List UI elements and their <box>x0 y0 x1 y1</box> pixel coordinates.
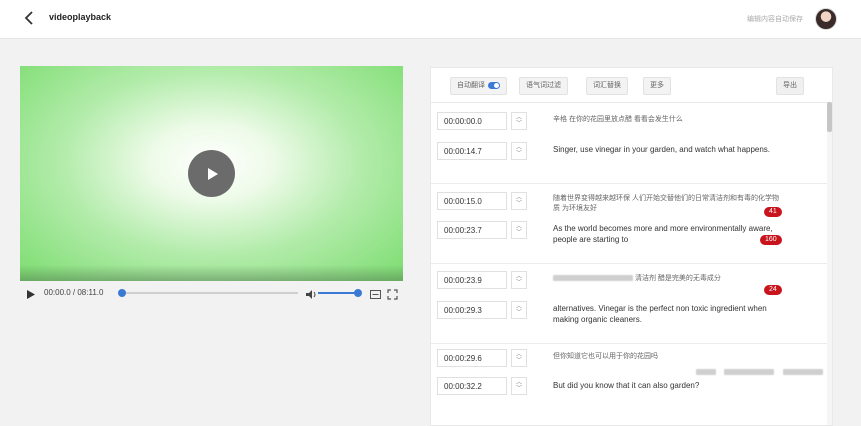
player-controls: 00:00.0 / 08:11.0 <box>20 283 403 303</box>
subtitle-english-text: But did you know that it can also garden… <box>553 381 700 390</box>
fullscreen-button[interactable] <box>387 287 398 305</box>
scrollbar[interactable] <box>827 102 832 425</box>
back-button[interactable] <box>20 9 38 27</box>
autosave-status: 编辑内容自动保存 <box>747 16 803 23</box>
subtitle-chinese[interactable]: 清洁剂 醋是完美的无毒成分 <box>553 274 783 284</box>
fullscreen-icon <box>387 289 398 300</box>
subtitle-row: 00:00:15.0 ︿ ﹀ 00:00:23.7 ︿ ﹀ 随着世界变得越来越环保 … <box>431 183 827 264</box>
chevron-down-icon[interactable]: ﹀ <box>516 280 522 286</box>
subtitle-english[interactable]: As the world becomes more and more envir… <box>553 223 783 245</box>
video-shade <box>20 265 403 281</box>
volume-fill <box>318 292 358 294</box>
subtitle-toggle-button[interactable] <box>370 287 381 305</box>
subtitle-row: 00:00:00.0 ︿ ﹀ 00:00:14.7 ︿ ﹀ 辛格 在你的花园里放点醋… <box>431 103 827 184</box>
chevron-down-icon[interactable]: ﹀ <box>516 121 522 127</box>
end-time-field[interactable]: 00:00:14.7 <box>437 142 507 160</box>
play-icon <box>207 167 218 180</box>
start-time-stepper[interactable]: ︿ ﹀ <box>511 112 527 130</box>
volume-handle[interactable] <box>354 289 362 297</box>
timecode: 00:00.0 / 08:11.0 <box>44 288 104 297</box>
chevron-down-icon[interactable]: ﹀ <box>516 151 522 157</box>
subtitle-english[interactable]: But did you know that it can also garden… <box>553 380 783 391</box>
char-count-badge: 24 <box>764 285 782 295</box>
subtitle-english[interactable]: alternatives. Vinegar is the perfect non… <box>553 303 783 325</box>
toggle-switch-icon <box>488 81 500 89</box>
redacted-block <box>696 363 823 381</box>
scrollbar-thumb[interactable] <box>827 102 832 132</box>
end-time-stepper[interactable]: ︿ ﹀ <box>511 221 527 239</box>
replace-words-button[interactable]: 词汇替换 <box>586 77 628 95</box>
progress-handle[interactable] <box>118 289 126 297</box>
volume-slider[interactable] <box>318 289 362 297</box>
end-time-field[interactable]: 00:00:23.7 <box>437 221 507 239</box>
captions-icon <box>370 290 381 299</box>
more-button[interactable]: 更多 <box>643 77 671 95</box>
chevron-down-icon[interactable]: ﹀ <box>516 201 522 207</box>
start-time-stepper[interactable]: ︿ ﹀ <box>511 192 527 210</box>
play-icon <box>27 290 35 299</box>
start-time-field[interactable]: 00:00:15.0 <box>437 192 507 210</box>
end-time-field[interactable]: 00:00:32.2 <box>437 377 507 395</box>
video-player[interactable] <box>20 66 403 281</box>
speaker-icon <box>306 290 316 299</box>
volume-button[interactable] <box>305 287 317 305</box>
big-play-button[interactable] <box>188 150 235 197</box>
subtitle-chinese[interactable]: 随着世界变得越来越环保 人们开始交替他们的日常清洁剂和有毒的化学物质 为环境友好 <box>553 194 783 214</box>
start-time-stepper[interactable]: ︿ ﹀ <box>511 271 527 289</box>
chevron-down-icon[interactable]: ﹀ <box>516 230 522 236</box>
chevron-down-icon[interactable]: ﹀ <box>516 358 522 364</box>
subtitle-row: 00:00:29.6 ︿ ﹀ 00:00:32.2 ︿ ﹀ 但你知道它也可以用于你的… <box>431 343 827 423</box>
subtitle-chinese[interactable]: 辛格 在你的花园里放点醋 看看会发生什么 <box>553 115 783 125</box>
auto-translate-toggle[interactable]: 自动翻译 <box>450 77 507 95</box>
avatar[interactable] <box>815 8 837 30</box>
subtitle-panel: 自动翻译 语气词过滤 词汇替换 更多 导出 00:00:00.0 ︿ ﹀ 00:0… <box>430 67 833 426</box>
end-time-stepper[interactable]: ︿ ﹀ <box>511 377 527 395</box>
subtitle-english[interactable]: Singer, use vinegar in your garden, and … <box>553 144 783 155</box>
subtitle-toolbar: 自动翻译 语气词过滤 词汇替换 更多 导出 <box>431 68 832 103</box>
chevron-down-icon[interactable]: ﹀ <box>516 310 522 316</box>
start-time-field[interactable]: 00:00:29.6 <box>437 349 507 367</box>
subtitle-chinese[interactable]: 但你知道它也可以用于你的花园吗 <box>553 352 783 362</box>
end-time-field[interactable]: 00:00:29.3 <box>437 301 507 319</box>
top-bar: videoplayback 编辑内容自动保存 <box>0 0 861 39</box>
play-button[interactable] <box>26 287 36 305</box>
redacted-text <box>553 275 633 282</box>
chevron-down-icon[interactable]: ﹀ <box>516 386 522 392</box>
chevron-left-icon <box>24 11 33 25</box>
start-time-field[interactable]: 00:00:00.0 <box>437 112 507 130</box>
page-title: videoplayback <box>49 12 112 22</box>
end-time-stepper[interactable]: ︿ ﹀ <box>511 301 527 319</box>
char-count-badge: 41 <box>764 207 782 217</box>
export-button[interactable]: 导出 <box>776 77 804 95</box>
subtitle-chinese-text: 清洁剂 醋是完美的无毒成分 <box>634 275 721 282</box>
char-count-badge: 160 <box>760 235 782 245</box>
start-time-field[interactable]: 00:00:23.9 <box>437 271 507 289</box>
progress-bar[interactable] <box>118 289 298 297</box>
end-time-stepper[interactable]: ︿ ﹀ <box>511 142 527 160</box>
subtitle-row: 00:00:23.9 ︿ ﹀ 00:00:29.3 ︿ ﹀ 清洁剂 醋是完美的无毒成… <box>431 263 827 344</box>
auto-translate-label: 自动翻译 <box>457 82 485 89</box>
filter-fillers-button[interactable]: 语气词过滤 <box>519 77 568 95</box>
start-time-stepper[interactable]: ︿ ﹀ <box>511 349 527 367</box>
